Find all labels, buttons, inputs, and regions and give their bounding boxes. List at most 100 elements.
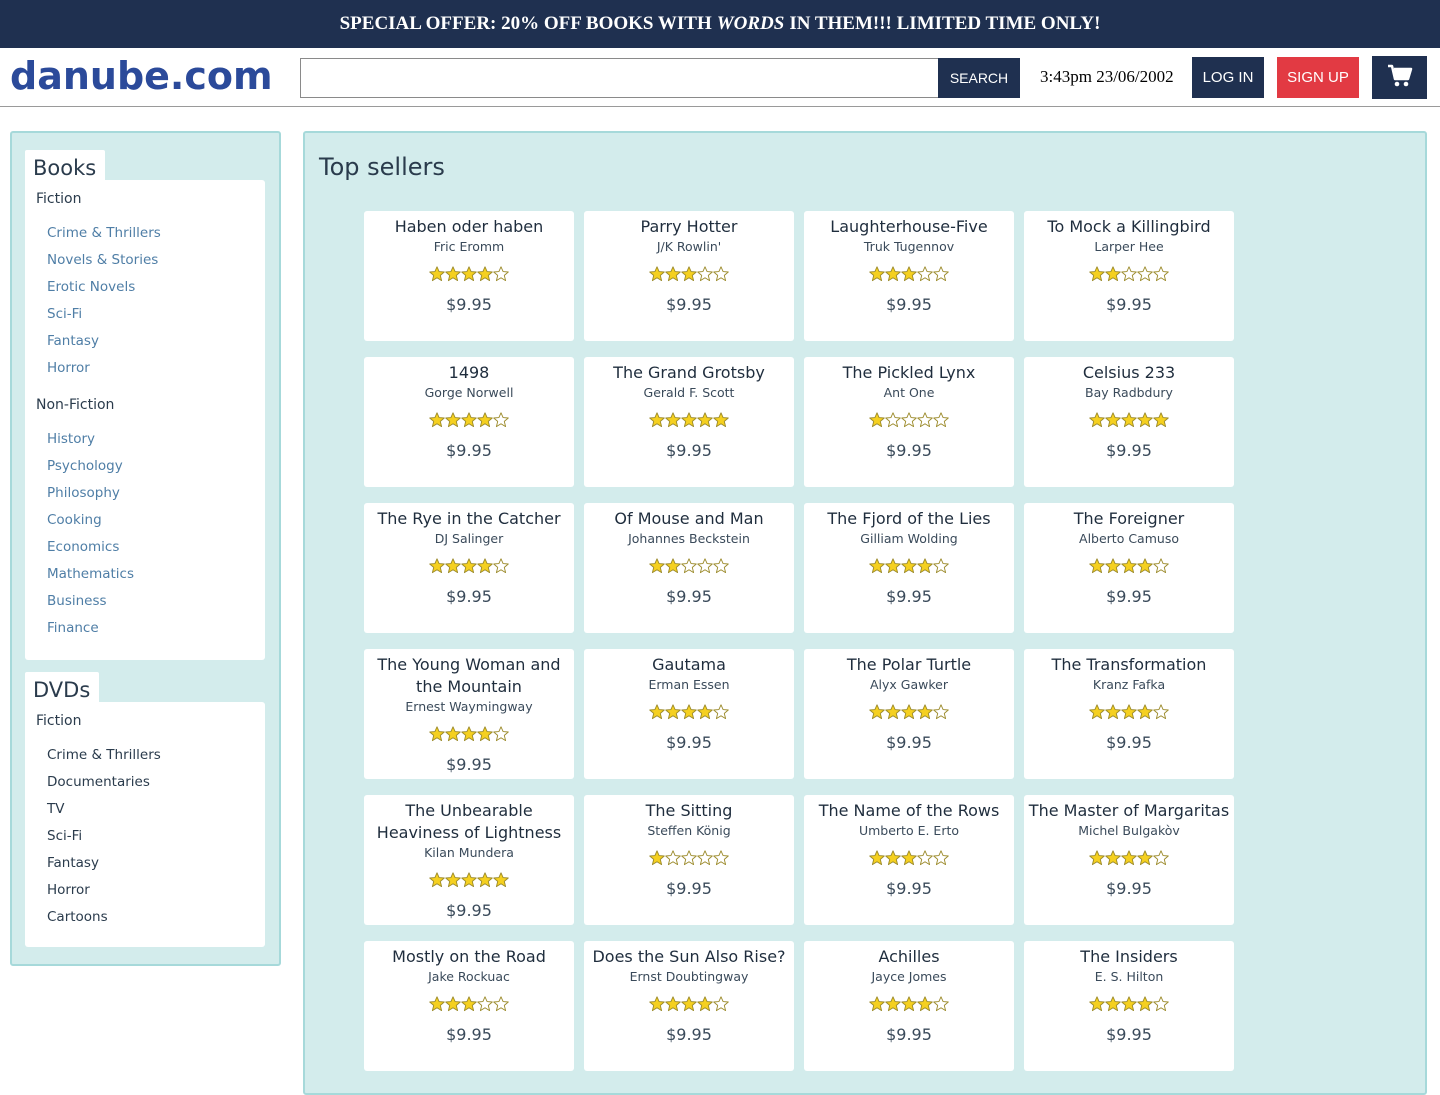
cart-button[interactable] [1372, 56, 1427, 99]
product-price: $9.95 [886, 295, 932, 314]
star-icon [869, 266, 885, 288]
product-title[interactable]: The Name of the Rows [804, 800, 1014, 822]
login-button[interactable]: LOG IN [1192, 57, 1264, 98]
product-card[interactable]: Celsius 233 Bay Radbdury $9.95 [1024, 357, 1234, 487]
sidebar-item-books-horror[interactable]: Horror [25, 355, 265, 382]
product-author: Ernst Doubtingway [629, 969, 749, 984]
product-card[interactable]: The Polar Turtle Alyx Gawker $9.95 [804, 649, 1014, 779]
sidebar-item-dvds-horror[interactable]: Horror [25, 877, 265, 904]
product-title[interactable]: The Sitting [584, 800, 794, 822]
product-title[interactable]: The Transformation [1024, 654, 1234, 676]
product-title[interactable]: Haben oder haben [364, 216, 574, 238]
sidebar-item-books-psychology[interactable]: Psychology [25, 453, 265, 480]
dvds-fiction-title[interactable]: Fiction [25, 708, 265, 735]
product-price: $9.95 [446, 1025, 492, 1044]
signup-button[interactable]: SIGN UP [1277, 57, 1359, 98]
sidebar-item-books-finance[interactable]: Finance [25, 615, 265, 642]
product-card[interactable]: Does the Sun Also Rise? Ernst Doubtingway… [584, 941, 794, 1071]
product-card[interactable]: Achilles Jayce Jomes $9.95 [804, 941, 1014, 1071]
product-card[interactable]: The Sitting Steffen König $9.95 [584, 795, 794, 925]
sidebar-item-dvds-documentaries[interactable]: Documentaries [25, 769, 265, 796]
sidebar-item-books-history[interactable]: History [25, 426, 265, 453]
product-title[interactable]: Gautama [584, 654, 794, 676]
product-title[interactable]: The Grand Grotsby [584, 362, 794, 384]
product-title[interactable]: The Master of Margaritas [1024, 800, 1234, 822]
star-icon [429, 872, 445, 894]
product-title[interactable]: Of Mouse and Man [584, 508, 794, 530]
books-fiction-title[interactable]: Fiction [25, 186, 265, 213]
sidebar-item-books-cooking[interactable]: Cooking [25, 507, 265, 534]
product-card[interactable]: The Master of Margaritas Michel Bulgakòv $… [1024, 795, 1234, 925]
product-title[interactable]: The Foreigner [1024, 508, 1234, 530]
product-card[interactable]: The Name of the Rows Umberto E. Erto $9.95 [804, 795, 1014, 925]
product-author: Truk Tugennov [863, 239, 955, 254]
sidebar-item-books-mathematics[interactable]: Mathematics [25, 561, 265, 588]
sidebar-item-books-crime-thrillers[interactable]: Crime & Thrillers [25, 220, 265, 247]
star-icon [665, 996, 681, 1018]
product-card[interactable]: Gautama Erman Essen $9.95 [584, 649, 794, 779]
product-title[interactable]: 1498 [364, 362, 574, 384]
search-input[interactable] [300, 58, 938, 98]
product-title[interactable]: The Young Woman and the Mountain [364, 654, 574, 698]
site-logo[interactable]: danube.com [10, 54, 273, 98]
product-card[interactable]: Parry Hotter J/K Rowlin' $9.95 [584, 211, 794, 341]
product-card[interactable]: The Transformation Kranz Fafka $9.95 [1024, 649, 1234, 779]
product-title[interactable]: The Unbearable Heaviness of Lightness [364, 800, 574, 844]
star-icon [917, 412, 933, 434]
books-nonfiction-title[interactable]: Non-Fiction [25, 392, 265, 419]
product-card[interactable]: The Unbearable Heaviness of Lightness Kil… [364, 795, 574, 925]
product-title[interactable]: The Pickled Lynx [804, 362, 1014, 384]
product-card[interactable]: Mostly on the Road Jake Rockuac $9.95 [364, 941, 574, 1071]
product-card[interactable]: Laughterhouse-Five Truk Tugennov $9.95 [804, 211, 1014, 341]
sidebar-item-books-business[interactable]: Business [25, 588, 265, 615]
product-author: Gilliam Wolding [860, 531, 958, 546]
star-icon [1137, 850, 1153, 872]
product-card[interactable]: The Grand Grotsby Gerald F. Scott $9.95 [584, 357, 794, 487]
product-card[interactable]: 1498 Gorge Norwell $9.95 [364, 357, 574, 487]
product-title[interactable]: The Rye in the Catcher [364, 508, 574, 530]
sidebar-item-books-novels-stories[interactable]: Novels & Stories [25, 247, 265, 274]
sidebar-item-dvds-fantasy[interactable]: Fantasy [25, 850, 265, 877]
sidebar-item-dvds-sci-fi[interactable]: Sci-Fi [25, 823, 265, 850]
star-icon [1089, 850, 1105, 872]
star-rating [584, 850, 794, 872]
product-price: $9.95 [666, 1025, 712, 1044]
sidebar-item-books-sci-fi[interactable]: Sci-Fi [25, 301, 265, 328]
product-title[interactable]: To Mock a Killingbird [1024, 216, 1234, 238]
star-icon [1121, 266, 1137, 288]
product-card[interactable]: Of Mouse and Man Johannes Beckstein $9.95 [584, 503, 794, 633]
star-icon [1121, 412, 1137, 434]
sidebar-item-books-erotic-novels[interactable]: Erotic Novels [25, 274, 265, 301]
product-card[interactable]: Haben oder haben Fric Eromm $9.95 [364, 211, 574, 341]
datetime-display: 3:43pm 23/06/2002 [1040, 67, 1174, 86]
product-title[interactable]: Laughterhouse-Five [804, 216, 1014, 238]
product-title[interactable]: Achilles [804, 946, 1014, 968]
product-title[interactable]: Parry Hotter [584, 216, 794, 238]
star-icon [1089, 558, 1105, 580]
search-button[interactable]: SEARCH [938, 58, 1020, 98]
product-title[interactable]: Mostly on the Road [364, 946, 574, 968]
product-title[interactable]: The Fjord of the Lies [804, 508, 1014, 530]
star-icon [461, 412, 477, 434]
product-title[interactable]: Celsius 233 [1024, 362, 1234, 384]
product-card[interactable]: The Pickled Lynx Ant One $9.95 [804, 357, 1014, 487]
product-title[interactable]: The Polar Turtle [804, 654, 1014, 676]
product-card[interactable]: The Fjord of the Lies Gilliam Wolding $9.9… [804, 503, 1014, 633]
star-icon [933, 704, 949, 726]
sidebar-item-dvds-tv[interactable]: TV [25, 796, 265, 823]
product-card[interactable]: The Young Woman and the Mountain Ernest W… [364, 649, 574, 779]
product-title[interactable]: Does the Sun Also Rise? [584, 946, 794, 968]
star-icon [429, 558, 445, 580]
product-author: Ant One [883, 385, 935, 400]
sidebar-item-books-fantasy[interactable]: Fantasy [25, 328, 265, 355]
product-title[interactable]: The Insiders [1024, 946, 1234, 968]
product-card[interactable]: To Mock a Killingbird Larper Hee $9.95 [1024, 211, 1234, 341]
product-card[interactable]: The Foreigner Alberto Camuso $9.95 [1024, 503, 1234, 633]
product-card[interactable]: The Insiders E. S. Hilton $9.95 [1024, 941, 1234, 1071]
sidebar-item-books-economics[interactable]: Economics [25, 534, 265, 561]
sidebar-item-dvds-crime-thrillers[interactable]: Crime & Thrillers [25, 742, 265, 769]
product-card[interactable]: The Rye in the Catcher DJ Salinger $9.95 [364, 503, 574, 633]
star-icon [917, 266, 933, 288]
sidebar-item-books-philosophy[interactable]: Philosophy [25, 480, 265, 507]
sidebar-item-dvds-cartoons[interactable]: Cartoons [25, 904, 265, 931]
